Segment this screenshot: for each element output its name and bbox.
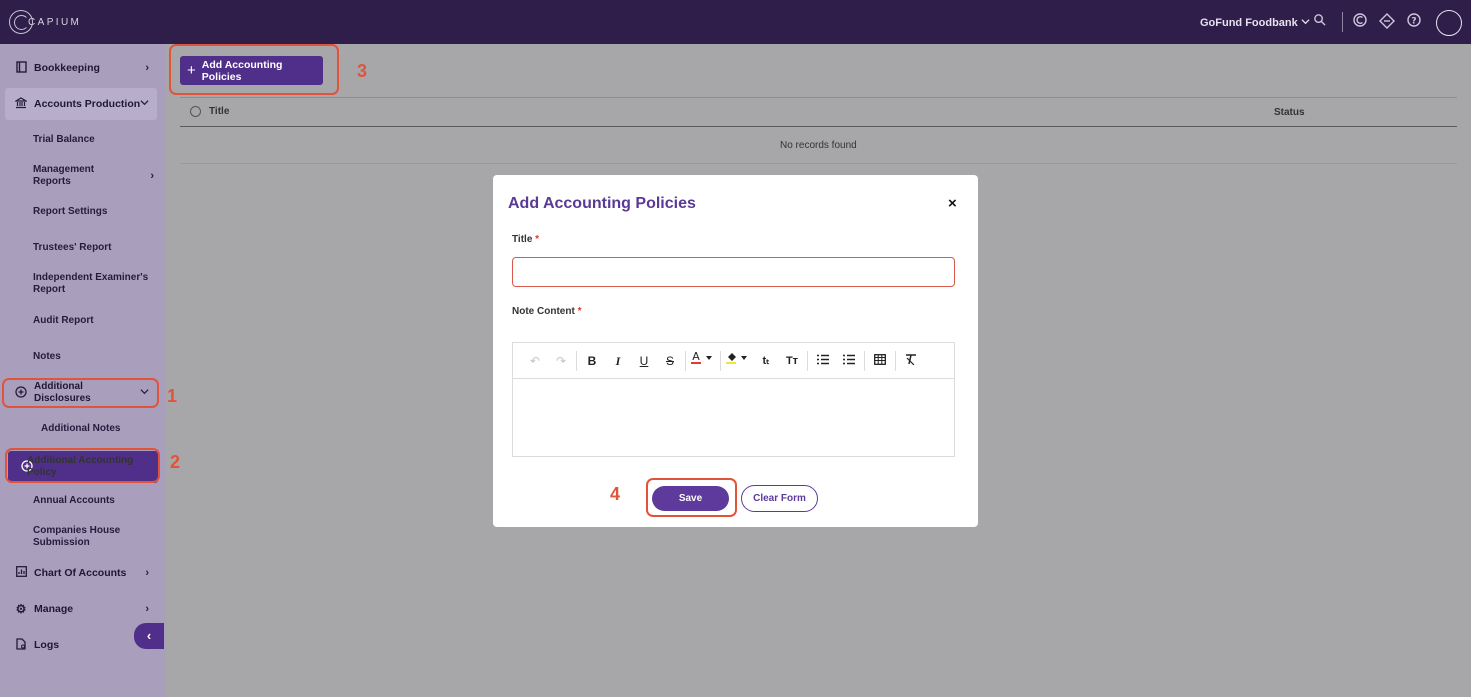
font-size-icon[interactable]: Tт <box>779 350 805 372</box>
sidebar-item-trustees-report[interactable]: Trustees' Report <box>33 242 151 254</box>
sidebar-item-label: Manage <box>34 603 74 615</box>
sidebar-collapse-button[interactable]: ‹ <box>134 623 164 649</box>
toolbar-divider <box>807 350 808 371</box>
sidebar-item-chart-of-accounts[interactable]: Chart Of Accounts › <box>5 563 157 583</box>
bulleted-list-icon[interactable] <box>836 350 862 372</box>
undo-icon[interactable]: ↶ <box>522 350 548 372</box>
gear-icon: ⚙ <box>15 602 27 616</box>
chart-icon <box>13 566 29 580</box>
toolbar-divider <box>685 350 686 371</box>
rich-text-editor: ↶ ↷ B I U S A tₜ Tт <box>512 342 955 457</box>
step-number-3: 3 <box>357 61 368 81</box>
book-icon <box>13 60 29 76</box>
chevron-down-icon <box>1301 17 1310 29</box>
chevron-right-icon: › <box>150 170 154 182</box>
toolbar-divider <box>895 350 896 371</box>
table-icon[interactable] <box>867 350 893 372</box>
title-input[interactable] <box>512 257 955 287</box>
chevron-down-icon <box>140 98 149 110</box>
step-number-2: 2 <box>170 452 181 472</box>
table-header-divider <box>180 126 1457 127</box>
column-header-status[interactable]: Status <box>1274 107 1305 118</box>
chevron-right-icon: › <box>145 603 149 615</box>
capium-logo[interactable]: CAPIUM <box>9 10 81 34</box>
highlight-color-icon[interactable] <box>723 350 753 372</box>
step-number-4: 4 <box>610 484 621 504</box>
sidebar-item-management-reports[interactable]: Management Reports › <box>33 164 154 188</box>
ordered-list-icon[interactable] <box>810 350 836 372</box>
highlight-box-step-4 <box>646 478 737 517</box>
svg-text:A: A <box>692 350 700 363</box>
column-header-title[interactable]: Title <box>209 106 229 117</box>
title-label-text: Title <box>512 234 533 245</box>
sidebar-item-report-settings[interactable]: Report Settings <box>33 206 151 218</box>
table-bottom-divider <box>180 163 1457 164</box>
select-all-checkbox[interactable] <box>190 106 201 117</box>
text-color-icon[interactable]: A <box>688 350 718 372</box>
capium-logo-mark <box>9 10 33 34</box>
sidebar-item-label: Logs <box>34 639 60 651</box>
highlight-box-step-3 <box>169 44 339 95</box>
sidebar-item-independent-examiners-report[interactable]: Independent Examiner's Report <box>33 272 151 296</box>
strikethrough-icon[interactable]: S <box>657 350 683 372</box>
empty-state-text: No records found <box>780 140 857 151</box>
logo-text: CAPIUM <box>28 16 82 28</box>
org-name: GoFund Foodbank <box>1200 17 1298 29</box>
highlight-box-step-2 <box>5 448 160 483</box>
step-number-1: 1 <box>167 386 178 406</box>
chevron-right-icon: › <box>145 567 149 579</box>
sidebar-item-additional-notes[interactable]: Additional Notes <box>41 423 159 435</box>
header-divider <box>1342 12 1343 32</box>
close-icon[interactable]: × <box>948 195 957 212</box>
subscript-icon[interactable]: tₜ <box>753 350 779 372</box>
sidebar-item-trial-balance[interactable]: Trial Balance <box>33 134 151 146</box>
search-icon[interactable] <box>1311 13 1327 29</box>
help-icon[interactable]: ? <box>1406 13 1422 29</box>
sidebar-item-companies-house-submission[interactable]: Companies House Submission <box>33 525 133 549</box>
sidebar-item-label: Accounts Production <box>34 98 141 110</box>
editor-toolbar: ↶ ↷ B I U S A tₜ Tт <box>513 343 954 379</box>
toolbar-divider <box>576 350 577 371</box>
note-content-editor-area[interactable] <box>513 379 954 457</box>
sidebar-item-label: Management Reports <box>33 164 95 187</box>
toolbar-divider <box>720 350 721 371</box>
org-switcher[interactable]: GoFund Foodbank <box>1200 17 1310 29</box>
bold-icon[interactable]: B <box>579 350 605 372</box>
bank-icon <box>13 96 29 112</box>
clear-formatting-icon[interactable] <box>898 350 924 372</box>
highlight-box-step-1 <box>2 378 159 408</box>
file-search-icon <box>13 637 29 653</box>
italic-icon[interactable]: I <box>605 350 631 372</box>
sidebar-item-bookkeeping[interactable]: Bookkeeping › <box>5 58 157 78</box>
required-mark: * <box>535 234 540 245</box>
diamond-tag-icon[interactable] <box>1379 13 1395 29</box>
capium-c-icon[interactable] <box>1352 13 1368 29</box>
sidebar-item-notes[interactable]: Notes <box>33 351 151 363</box>
toolbar-divider <box>864 350 865 371</box>
add-accounting-policies-dialog: Add Accounting Policies × Title * Note C… <box>493 175 978 527</box>
avatar[interactable] <box>1436 10 1462 36</box>
sidebar-item-label: Chart Of Accounts <box>34 567 127 579</box>
chevron-right-icon: › <box>145 62 149 74</box>
sidebar-item-audit-report[interactable]: Audit Report <box>33 315 151 327</box>
clear-form-button[interactable]: Clear Form <box>741 485 818 512</box>
sidebar-item-label: Bookkeeping <box>34 62 100 74</box>
required-mark: * <box>577 306 582 317</box>
dialog-title: Add Accounting Policies <box>508 195 696 212</box>
note-content-label: Note Content * <box>512 306 581 317</box>
sidebar-item-accounts-production[interactable]: Accounts Production <box>5 88 157 120</box>
sidebar-item-manage[interactable]: ⚙ Manage › <box>5 599 157 619</box>
note-content-label-text: Note Content <box>512 306 575 317</box>
redo-icon[interactable]: ↷ <box>548 350 574 372</box>
title-field-label: Title * <box>512 234 539 245</box>
top-bar: CAPIUM GoFund Foodbank ? <box>0 0 1471 44</box>
underline-icon[interactable]: U <box>631 350 657 372</box>
sidebar-item-annual-accounts[interactable]: Annual Accounts <box>33 495 151 507</box>
svg-text:?: ? <box>1411 17 1416 27</box>
table-top-divider <box>180 97 1457 98</box>
